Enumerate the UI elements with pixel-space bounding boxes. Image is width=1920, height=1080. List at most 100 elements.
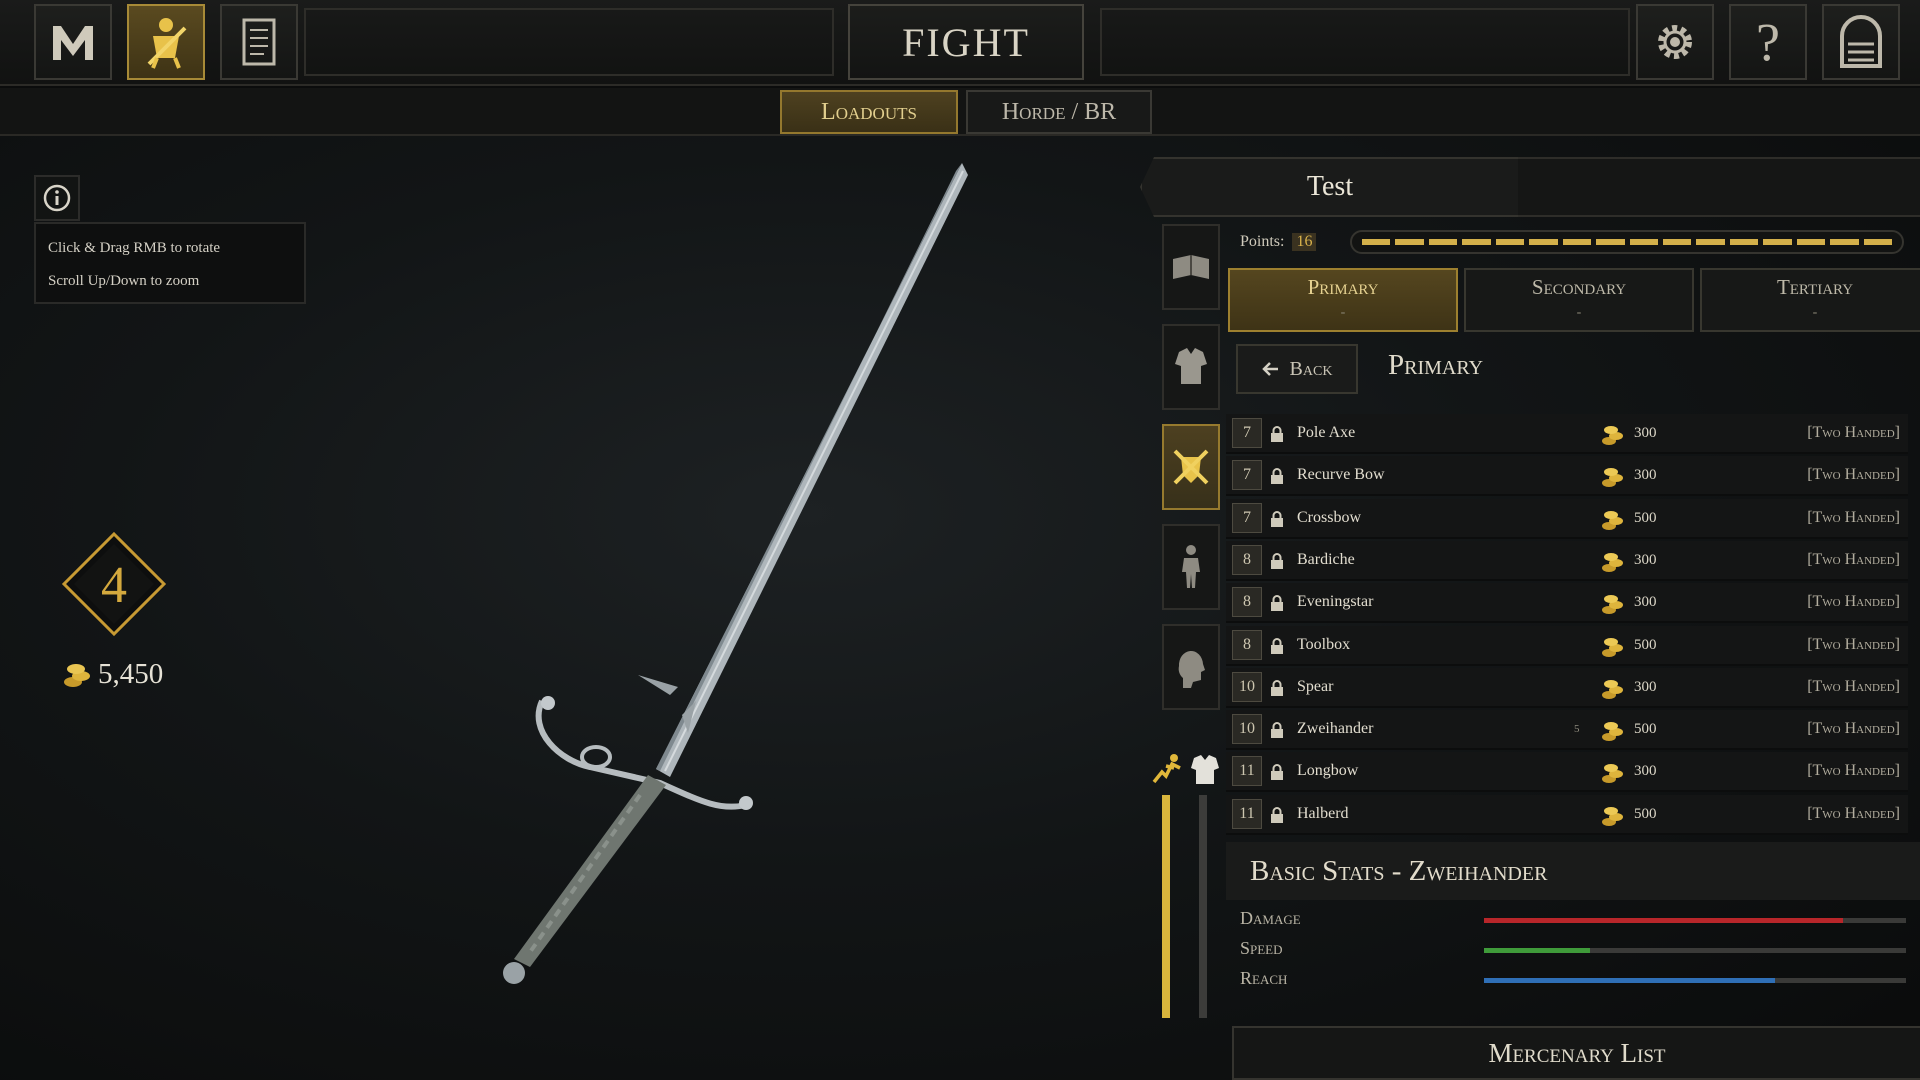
weapon-name: Longbow: [1297, 762, 1359, 779]
weapon-level-badge: 8: [1232, 545, 1262, 575]
gate-icon[interactable]: [1822, 4, 1900, 80]
weapon-row[interactable]: 11 Halberd 500 [Two Handed]: [1226, 795, 1908, 835]
page-title: FIGHT: [848, 4, 1084, 80]
weapon-name: Toolbox: [1297, 636, 1351, 653]
points-segment: [1462, 239, 1491, 245]
stat-bar: [1484, 948, 1906, 953]
help-zoom-text: Scroll Up/Down to zoom: [48, 273, 200, 289]
lock-icon: [1271, 595, 1283, 611]
weapon-name: Pole Axe: [1297, 424, 1356, 441]
back-label: Back: [1289, 357, 1333, 380]
m-logo-icon[interactable]: [34, 4, 112, 80]
weapon-row[interactable]: 7 Crossbow 500 [Two Handed]: [1226, 499, 1908, 539]
stats-title: Basic Stats - Zweihander: [1226, 842, 1920, 900]
arrow-left-icon: [1261, 362, 1278, 376]
mercenary-list-button[interactable]: Mercenary List: [1232, 1026, 1920, 1080]
stat-bar: [1484, 918, 1906, 923]
points-bar: [1350, 230, 1904, 254]
weapon-price: 300: [1634, 551, 1657, 568]
weapon-price: 300: [1634, 593, 1657, 610]
points-segment: [1362, 239, 1391, 245]
weapon-level-badge: 8: [1232, 587, 1262, 617]
weapon-price: 300: [1634, 762, 1657, 779]
points-segment: [1729, 239, 1759, 245]
weapon-class: [Two Handed]: [1807, 762, 1900, 779]
sword-model[interactable]: [470, 155, 990, 995]
back-button[interactable]: Back: [1236, 344, 1358, 394]
armor-weight-icon: [1191, 755, 1219, 784]
points-segment: [1428, 239, 1458, 245]
character-icon[interactable]: [1162, 524, 1220, 610]
lock-icon: [1271, 638, 1283, 654]
head-icon[interactable]: [1162, 624, 1220, 710]
weapon-row[interactable]: 8 Bardiche 300 [Two Handed]: [1226, 541, 1908, 581]
points-segment: [1629, 239, 1658, 245]
info-icon-svg: [43, 184, 71, 212]
weapon-row[interactable]: 7 Recurve Bow 300 [Two Handed]: [1226, 456, 1908, 496]
top-bar-left-panel: [304, 8, 834, 76]
stat-label: Damage: [1240, 908, 1301, 928]
weapon-name: Halberd: [1297, 805, 1349, 822]
points-segment: [1495, 239, 1525, 245]
weapon-class: [Two Handed]: [1807, 636, 1900, 653]
question-icon[interactable]: ?: [1729, 4, 1807, 80]
loadout-name[interactable]: Test: [1140, 157, 1520, 217]
weapon-row[interactable]: 8 Eveningstar 300 [Two Handed]: [1226, 583, 1908, 623]
lock-icon: [1271, 426, 1283, 442]
weapon-name: Zweihander: [1297, 720, 1374, 737]
weapon-row[interactable]: 10 Zweihander 5 500 [Two Handed]: [1226, 710, 1908, 750]
weapon-row[interactable]: 7 Pole Axe 300 [Two Handed]: [1226, 414, 1908, 454]
gear-icon[interactable]: [1636, 4, 1714, 80]
book-icon[interactable]: [1162, 224, 1220, 310]
weapon-price: 500: [1634, 720, 1657, 737]
stat-bar-fill: [1484, 948, 1590, 953]
info-icon[interactable]: [34, 175, 80, 221]
help-rotate-text: Click & Drag RMB to rotate: [48, 240, 221, 256]
gold-coins-icon: [1602, 426, 1623, 445]
weapon-class: [Two Handed]: [1807, 805, 1900, 822]
weapon-price: 500: [1634, 636, 1657, 653]
player-level: 4: [101, 557, 127, 614]
knight-icon[interactable]: [127, 4, 205, 80]
armor-icon[interactable]: [1162, 324, 1220, 410]
weapon-row[interactable]: 11 Longbow 300 [Two Handed]: [1226, 752, 1908, 792]
points-segment: [1529, 239, 1558, 245]
head-icon-svg: [1178, 650, 1205, 688]
tab-primary[interactable]: Primary -: [1228, 268, 1458, 332]
weapon-price: 500: [1634, 509, 1657, 526]
points-segment: [1662, 239, 1692, 245]
tab-loadouts[interactable]: Loadouts: [780, 90, 958, 134]
loadout-header-bar: [1518, 157, 1920, 217]
stat-bar: [1484, 978, 1906, 983]
character-icon-svg: [1182, 545, 1200, 588]
scroll-icon[interactable]: [220, 4, 298, 80]
weapon-price: 300: [1634, 466, 1657, 483]
tab-tertiary-value: -: [1812, 305, 1818, 320]
weapon-list[interactable]: 7 Pole Axe 300 [Two Handed] 7 Recurve Bow 300 […: [1226, 402, 1916, 838]
weapon-class: [Two Handed]: [1807, 720, 1900, 737]
sub-navigation: Loadouts Horde / BR: [0, 88, 1920, 136]
gold-coins-icon: [1602, 638, 1623, 657]
tab-primary-value: -: [1340, 305, 1346, 320]
points-segment: [1395, 239, 1424, 245]
weapon-class: [Two Handed]: [1807, 509, 1900, 526]
weapon-row[interactable]: 10 Spear 300 [Two Handed]: [1226, 668, 1908, 708]
points-segment: [1830, 239, 1859, 245]
weapon-row[interactable]: 8 Toolbox 500 [Two Handed]: [1226, 626, 1908, 666]
weapon-class: [Two Handed]: [1807, 424, 1900, 441]
tab-horde-br[interactable]: Horde / BR: [966, 90, 1152, 134]
knight-icon-svg: [147, 18, 187, 69]
gold-coins-icon: [64, 663, 90, 687]
points-segment: [1796, 239, 1826, 245]
tab-secondary[interactable]: Secondary -: [1464, 268, 1694, 332]
gold-coins-icon: [1602, 807, 1623, 826]
weapons-icon[interactable]: [1162, 424, 1220, 510]
gear-icon-svg: [1658, 25, 1692, 59]
tab-tertiary[interactable]: Tertiary -: [1700, 268, 1920, 332]
lock-icon: [1271, 807, 1283, 823]
lock-icon: [1271, 722, 1283, 738]
points-segment: [1696, 239, 1725, 245]
m-logo-icon-svg: [53, 26, 93, 60]
stat-bar-fill: [1484, 978, 1776, 983]
points-label: Points:: [1240, 233, 1285, 250]
